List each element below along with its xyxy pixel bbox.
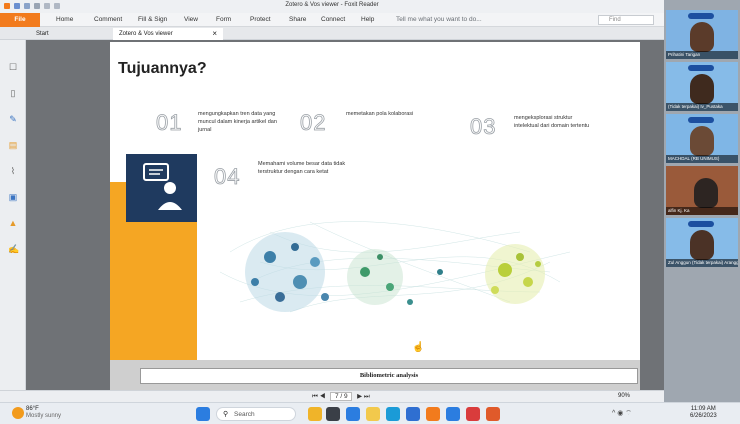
tab-start[interactable]: Start xyxy=(30,28,110,40)
foxit-icon[interactable] xyxy=(426,407,440,421)
zoom-level[interactable]: 90% xyxy=(618,393,630,399)
search-icon: ⚲ xyxy=(223,411,229,418)
hand-cursor-icon: ☝ xyxy=(412,342,425,353)
navigation-sidebar: ☐ ▯ ✎ ▤ ⌇ ▣ ▲ ✍ xyxy=(0,40,26,390)
participant-name: MACHDAL (RB UNIMUS) xyxy=(666,155,738,163)
signature-icon[interactable]: ✎ xyxy=(8,114,18,124)
network-cluster-green xyxy=(347,249,443,305)
last-page-icon[interactable]: ⏭ xyxy=(364,393,370,400)
system-clock[interactable]: 11:09 AM 6/26/2023 xyxy=(690,406,717,420)
tab-view[interactable]: View xyxy=(184,16,198,23)
video-tile[interactable]: Zul Anggun (Tidak terpakai) Arangg... xyxy=(666,218,738,267)
store-icon[interactable] xyxy=(406,407,420,421)
video-tile[interactable]: (Tidak terpakai) Iv_Pustaka xyxy=(666,62,738,111)
tell-me-box[interactable]: Tell me what you want to do... xyxy=(396,16,482,23)
chrome-icon[interactable] xyxy=(486,407,500,421)
participant-name: Prihatini Tarigan xyxy=(666,51,738,59)
bibliometric-network-map xyxy=(219,221,571,313)
tab-share[interactable]: Share xyxy=(289,16,306,23)
bookmark-icon[interactable]: ✍ xyxy=(8,244,19,254)
meeting-logo xyxy=(688,117,714,123)
folder-icon[interactable] xyxy=(366,407,380,421)
first-page-icon[interactable]: ⏮ xyxy=(312,393,318,400)
windows-taskbar: 86°F Mostly sunny ⚲ Search ^ ◉ ⌔ 11:09 A… xyxy=(0,402,740,424)
app-icon[interactable] xyxy=(466,407,480,421)
participant-avatar xyxy=(694,178,718,208)
network-cluster-blue xyxy=(245,232,329,312)
participant-name: alfin Kj. Ka xyxy=(666,207,738,215)
layers-icon[interactable]: ▣ xyxy=(8,192,18,202)
hand-tool-icon[interactable]: ☐ xyxy=(8,62,18,72)
slide-page: Tujuannya? 01 mengungkapkan tren data ya… xyxy=(110,42,640,360)
network-cluster-yellow xyxy=(485,244,545,304)
participant-avatar xyxy=(690,126,714,156)
close-tab-icon[interactable]: × xyxy=(212,28,217,40)
tab-file[interactable]: File xyxy=(0,13,40,27)
participant-avatar xyxy=(690,74,714,104)
weather-desc: Mostly sunny xyxy=(26,413,62,419)
tab-comment[interactable]: Comment xyxy=(94,16,122,23)
widgets-icon[interactable] xyxy=(308,407,322,421)
clock-time: 11:09 AM xyxy=(690,406,716,412)
weather-temp: 86°F xyxy=(26,406,39,412)
window-title: Zotero & Vos viewer - Foxit Reader xyxy=(285,2,379,8)
title-bar: Zotero & Vos viewer - Foxit Reader xyxy=(0,0,664,13)
page-navigation: ⏮ ◀ 7 / 9 ▶ ⏭ xyxy=(312,392,370,401)
tab-current-document-label: Zotero & Vos viewer xyxy=(119,31,173,37)
prev-page-icon[interactable]: ◀ xyxy=(320,393,326,400)
attachment-icon[interactable]: ⌇ xyxy=(8,166,18,176)
page-number-input[interactable]: 7 / 9 xyxy=(330,392,353,401)
participant-name: (Tidak terpakai) Iv_Pustaka xyxy=(666,103,738,111)
tab-home[interactable]: Home xyxy=(56,16,73,23)
comments-icon[interactable]: ▤ xyxy=(8,140,18,150)
task-view-icon[interactable] xyxy=(326,407,340,421)
next-page-icon[interactable]: ▶ xyxy=(357,393,362,400)
participant-avatar xyxy=(690,230,714,260)
edge-icon[interactable] xyxy=(386,407,400,421)
participant-avatar xyxy=(690,22,714,52)
find-placeholder: Find xyxy=(609,17,621,23)
zoom-icon[interactable] xyxy=(446,407,460,421)
tab-connect[interactable]: Connect xyxy=(321,16,345,23)
tab-fill-sign[interactable]: Fill & Sign xyxy=(138,16,167,23)
video-tile[interactable]: alfin Kj. Ka xyxy=(666,166,738,215)
lock-icon[interactable]: ▲ xyxy=(8,218,18,228)
video-tile[interactable]: MACHDAL (RB UNIMUS) xyxy=(666,114,738,163)
tab-form[interactable]: Form xyxy=(216,16,231,23)
tab-help[interactable]: Help xyxy=(361,16,374,23)
tray-icons[interactable]: ^ ◉ ⌔ xyxy=(612,409,632,418)
meeting-logo xyxy=(688,13,714,19)
taskbar-search[interactable]: ⚲ Search xyxy=(216,407,296,421)
weather-icon[interactable] xyxy=(12,407,24,419)
document-tabs: Start Zotero & Vos viewer × xyxy=(0,27,664,40)
file-explorer-icon[interactable] xyxy=(346,407,360,421)
pages-icon[interactable]: ▯ xyxy=(8,88,18,98)
video-tile[interactable]: Prihatini Tarigan xyxy=(666,10,738,59)
search-label: Search xyxy=(234,411,255,418)
tab-protect[interactable]: Protect xyxy=(250,16,271,23)
participant-name: Zul Anggun (Tidak terpakai) Arangg... xyxy=(666,259,738,267)
video-call-strip: Prihatini Tarigan (Tidak terpakai) Iv_Pu… xyxy=(664,0,740,402)
clock-date: 6/26/2023 xyxy=(690,413,717,419)
status-bar: ⏮ ◀ 7 / 9 ▶ ⏭ 90% xyxy=(0,390,664,402)
ribbon-tabs: File Home Comment Fill & Sign View Form … xyxy=(0,13,664,27)
meeting-logo xyxy=(688,221,714,227)
slide-footer: Bibliometric analysis xyxy=(110,360,640,390)
find-input[interactable]: Find xyxy=(598,15,654,25)
footer-caption: Bibliometric analysis xyxy=(140,368,638,384)
tab-current-document[interactable]: Zotero & Vos viewer × xyxy=(113,28,223,40)
start-icon[interactable] xyxy=(196,407,210,421)
weather-widget[interactable]: 86°F Mostly sunny xyxy=(26,406,61,420)
meeting-logo xyxy=(688,65,714,71)
